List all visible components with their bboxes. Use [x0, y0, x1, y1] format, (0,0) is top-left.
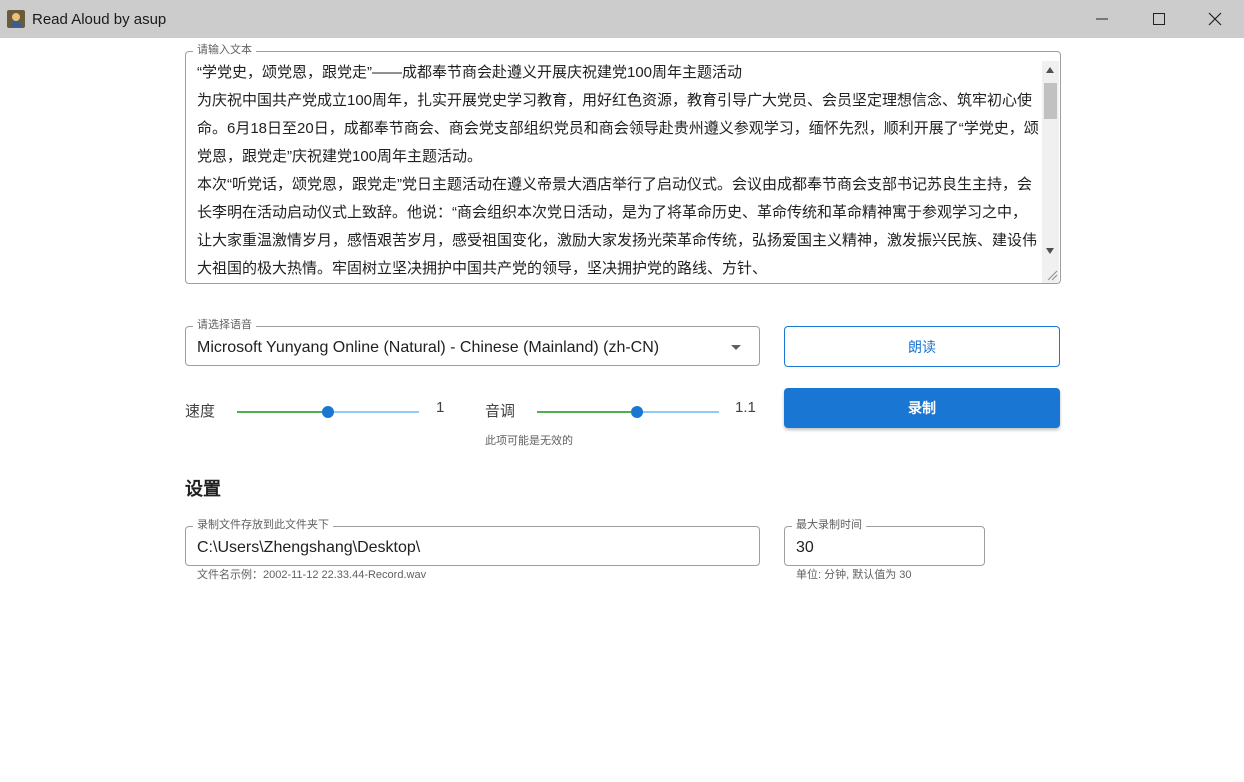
max-record-time-value: 30 [796, 539, 814, 556]
pitch-slider-track-active [537, 411, 637, 413]
max-record-time-input[interactable]: 30 [784, 526, 985, 566]
settings-title: 设置 [185, 479, 221, 499]
speed-label: 速度 [185, 403, 216, 420]
max-record-time-hint: 单位: 分钟, 默认值为 30 [796, 569, 912, 581]
speed-slider-thumb[interactable] [322, 406, 334, 418]
pitch-slider-track-rest [637, 411, 719, 413]
pitch-hint: 此项可能是无效的 [485, 435, 573, 447]
text-input-area[interactable]: “学党史，颂党恩，跟党走”——成都奉节商会赴遵义开展庆祝建党100周年主题活动 … [185, 51, 1061, 284]
text-line: “学党史，颂党恩，跟党走”——成都奉节商会赴遵义开展庆祝建党100周年主题活动 [197, 64, 743, 81]
minimize-button[interactable] [1073, 0, 1131, 38]
close-button[interactable] [1186, 0, 1244, 38]
voice-selected-value: Microsoft Yunyang Online (Natural) - Chi… [197, 339, 660, 356]
text-input-label: 请输入文本 [193, 44, 256, 57]
scroll-thumb[interactable] [1044, 83, 1057, 119]
max-record-time-label: 最大录制时间 [792, 519, 866, 532]
scroll-up-icon[interactable] [1046, 67, 1054, 73]
pitch-slider[interactable] [537, 405, 719, 419]
text-input-content[interactable]: “学党史，颂党恩，跟党走”——成都奉节商会赴遵义开展庆祝建党100周年主题活动 … [197, 59, 1039, 283]
minimize-icon [1096, 18, 1108, 20]
maximize-button[interactable] [1130, 0, 1188, 38]
folder-path-value: C:\Users\Zhengshang\Desktop\ [197, 539, 421, 556]
text-line: 本次“听党话，颂党恩，跟党走”党日主题活动在遵义帝景大酒店举行了启动仪式。会议由… [197, 176, 1038, 277]
pitch-value: 1.1 [735, 399, 756, 416]
voice-select-label: 请选择语音 [193, 319, 256, 332]
maximize-icon [1153, 13, 1165, 25]
record-button[interactable]: 录制 [784, 388, 1060, 428]
chevron-down-icon [731, 345, 741, 350]
speed-slider-track-rest [328, 411, 419, 413]
folder-path-hint: 文件名示例：2002-11-12 22.33.44-Record.wav [197, 569, 427, 581]
read-aloud-button[interactable]: 朗读 [784, 326, 1060, 367]
resize-grip-icon [1047, 270, 1058, 281]
pitch-label: 音调 [485, 403, 516, 420]
speed-slider-track-active [237, 411, 328, 413]
text-scrollbar[interactable] [1042, 61, 1059, 283]
title-bar: Read Aloud by asup [0, 0, 1244, 38]
text-line: 为庆祝中国共产党成立100周年，扎实开展党史学习教育，用好红色资源，教育引导广大… [197, 92, 1039, 165]
voice-select[interactable]: Microsoft Yunyang Online (Natural) - Chi… [185, 326, 760, 366]
speed-slider[interactable] [237, 405, 419, 419]
window-title: Read Aloud by asup [32, 11, 167, 28]
folder-path-input[interactable]: C:\Users\Zhengshang\Desktop\ [185, 526, 760, 566]
close-icon [1208, 12, 1222, 26]
folder-path-label: 录制文件存放到此文件夹下 [193, 519, 333, 532]
app-icon [7, 10, 25, 28]
scroll-down-icon[interactable] [1046, 248, 1054, 254]
speed-value: 1 [436, 399, 445, 416]
resize-grip[interactable] [1042, 265, 1059, 282]
pitch-slider-thumb[interactable] [631, 406, 643, 418]
